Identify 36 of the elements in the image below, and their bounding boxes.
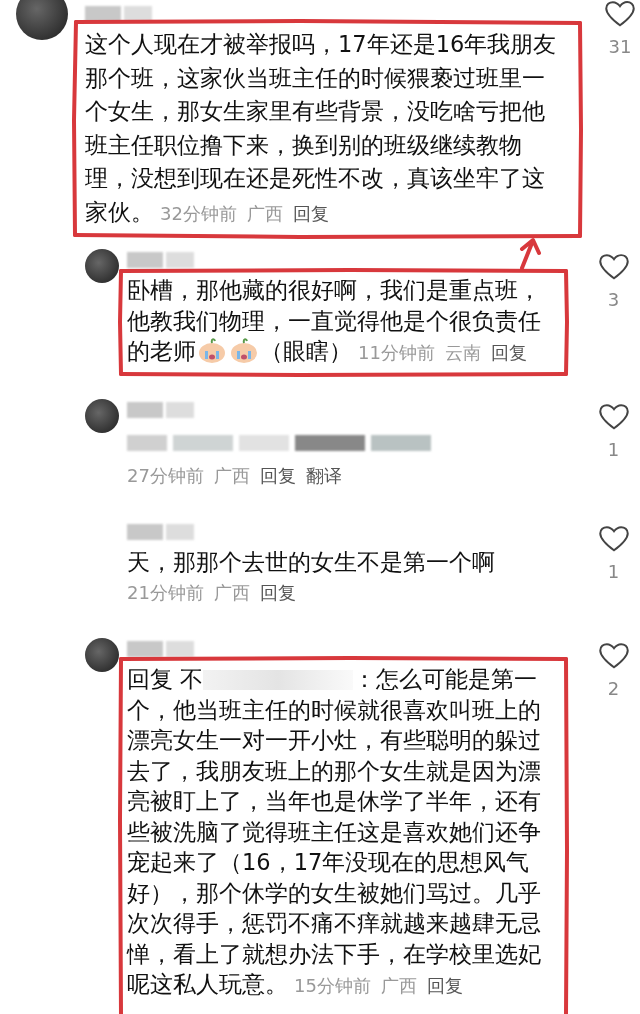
comment-location: 广西 xyxy=(213,581,250,603)
reply-link[interactable]: 翻译 xyxy=(305,464,342,486)
like-count: 1 xyxy=(607,438,620,460)
reply-link[interactable]: 回复 xyxy=(490,342,527,363)
redacted-username xyxy=(127,641,194,657)
comment-text: 这个人现在才被举报吗，17年还是16年我朋友那个班，这家伙当班主任的时候猥亵过班里一个女生，那女生家里有些背景，没吃啥亏把他班主任职位撸下来，换到别的班级继续教物理，没想到现在还是死性不改，真该坐牢了这家伙。 32分钟前 广西 回复 xyxy=(85,30,558,227)
comment-location: 广西 xyxy=(213,464,250,486)
reply-link[interactable]: 回复 xyxy=(426,975,463,996)
like-count: 3 xyxy=(607,289,620,310)
redacted-username xyxy=(127,401,194,418)
comment-text: 回复 不 ：怎么可能是第一个，他当班主任的时候就很喜欢叫班上的漂亮女生一对一开小灶，有些聪明的躲过去了，我朋友班上的那个女生就是因为漂亮被盯上了，当年也是休学了半年，还有些被洗脑了觉得班主任这是喜欢她们还争宠起来了（16，17年没现在的思想风气好），那个休学的女生被她们骂过。几乎次次得手，惩罚不痛不痒就越来越肆无忌惮，看上了就想办法下手，在学校里选妃呢这私人玩意。 15分钟前 广西 回复 xyxy=(127,665,542,999)
redacted-username xyxy=(127,252,194,268)
like-count: 1 xyxy=(607,561,620,582)
reply-link[interactable]: 回复 xyxy=(259,464,296,486)
redacted-username xyxy=(127,524,194,540)
like-icon[interactable] xyxy=(598,642,629,670)
comment-time: 21分钟前 xyxy=(127,581,204,603)
comment-text: 卧槽，那他藏的很好啊，我们是重点班，他教我们物理，一直觉得他是个很负责任的老师 （眼瞎） 11分钟前 云南 回复 xyxy=(127,276,542,366)
like-count: 31 xyxy=(608,36,632,57)
reply-link[interactable]: 回复 xyxy=(292,202,329,224)
like-icon[interactable] xyxy=(598,525,629,553)
like-icon[interactable] xyxy=(598,253,629,281)
comment-time: 27分钟前 xyxy=(127,464,204,486)
like-icon[interactable] xyxy=(605,0,635,28)
like-icon[interactable] xyxy=(598,402,629,431)
user-avatar[interactable] xyxy=(85,638,119,672)
comment-text: 天，那那个去世的女生不是第一个啊 xyxy=(127,548,496,577)
annotation-arrow xyxy=(520,238,541,270)
reply-link[interactable]: 回复 xyxy=(259,581,296,603)
user-avatar[interactable] xyxy=(85,398,119,433)
redacted-username xyxy=(85,6,152,22)
user-avatar[interactable] xyxy=(85,249,119,283)
emoji-icon xyxy=(197,338,227,364)
like-count: 2 xyxy=(607,678,620,699)
user-avatar[interactable] xyxy=(16,0,68,40)
emoji-icon xyxy=(229,338,259,364)
